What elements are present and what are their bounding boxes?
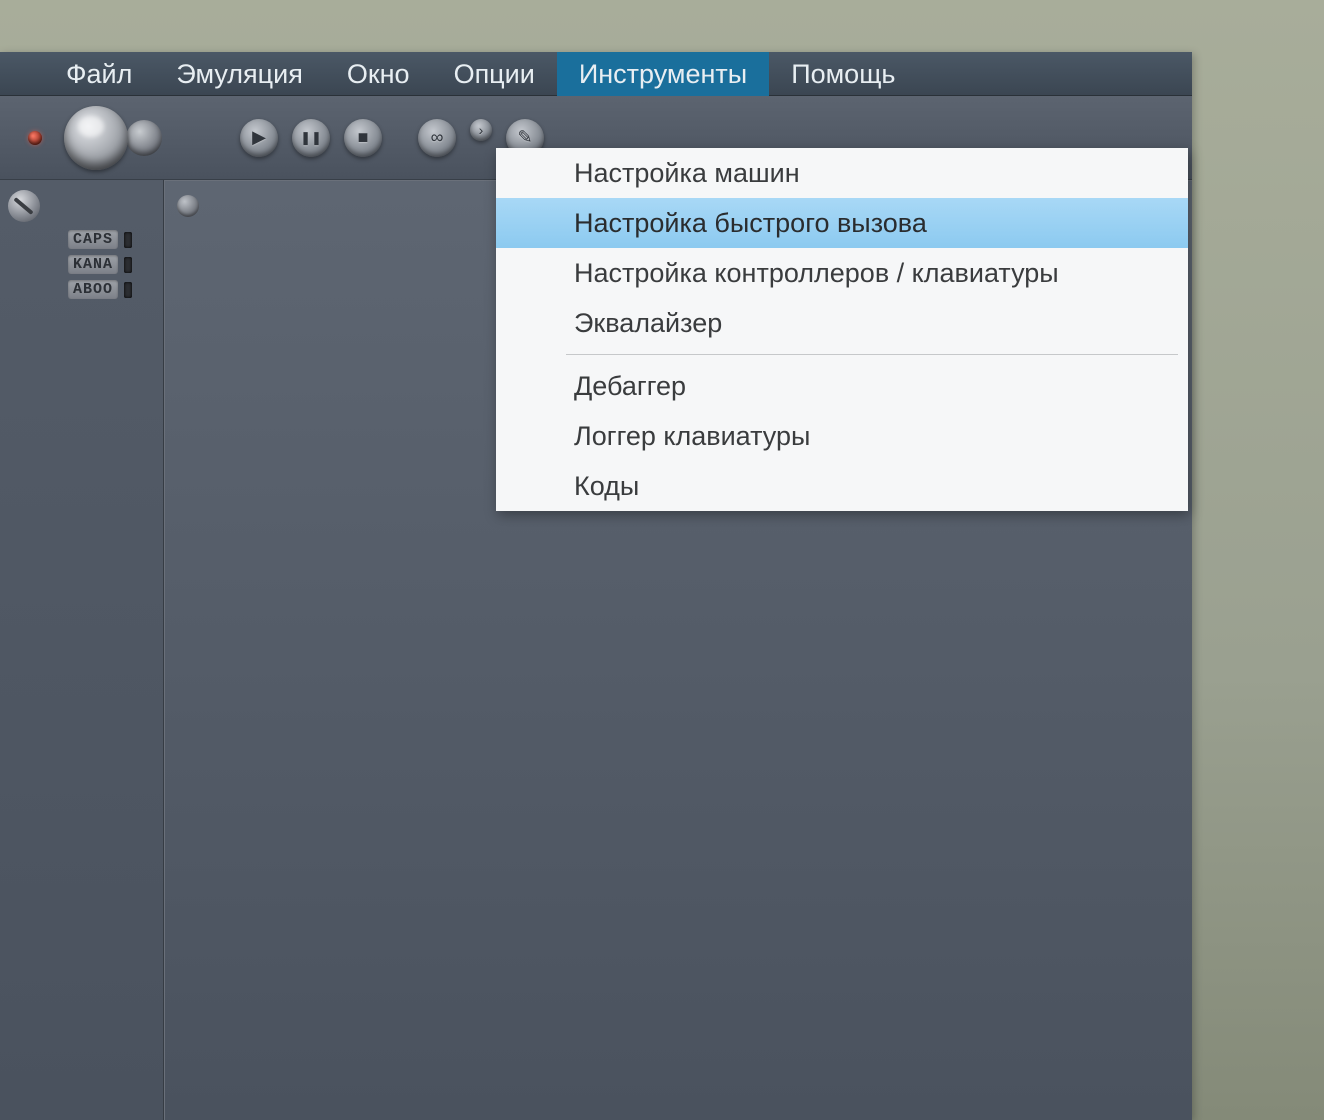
more-button[interactable]: › — [470, 119, 492, 141]
secondary-knob[interactable] — [126, 120, 162, 156]
stop-button[interactable]: ■ — [344, 119, 382, 157]
indicator-kana: KANA — [68, 255, 163, 274]
indicator-label: KANA — [68, 255, 118, 274]
menu-file[interactable]: Файл — [44, 52, 154, 96]
dd-controllers-keyboard[interactable]: Настройка контроллеров / клавиатуры — [496, 248, 1188, 298]
power-led-icon — [28, 131, 42, 145]
volume-knob[interactable] — [64, 106, 128, 170]
indicator-led-icon — [124, 257, 132, 273]
stop-icon: ■ — [358, 127, 369, 148]
menu-options[interactable]: Опции — [432, 52, 557, 96]
indicator-led-icon — [124, 282, 132, 298]
play-icon: ▶ — [252, 127, 266, 148]
screw-icon — [8, 190, 40, 222]
dropdown-separator — [566, 354, 1178, 355]
menu-emulation[interactable]: Эмуляция — [154, 52, 324, 96]
playback-group: ▶ ❚❚ ■ — [240, 119, 382, 157]
pencil-icon: ✎ — [517, 127, 532, 148]
menu-instruments[interactable]: Инструменты — [557, 52, 769, 96]
dd-debugger[interactable]: Дебаггер — [496, 361, 1188, 411]
pause-button[interactable]: ❚❚ — [292, 119, 330, 157]
link-button[interactable]: ∞ — [418, 119, 456, 157]
menu-window[interactable]: Окно — [325, 52, 432, 96]
play-button[interactable]: ▶ — [240, 119, 278, 157]
dd-machine-setup[interactable]: Настройка машин — [496, 148, 1188, 198]
indicator-aboo: ABOO — [68, 280, 163, 299]
menubar: Файл Эмуляция Окно Опции Инструменты Пом… — [0, 52, 1192, 96]
menu-help[interactable]: Помощь — [769, 52, 917, 96]
dd-codes[interactable]: Коды — [496, 461, 1188, 511]
indicator-caps: CAPS — [68, 230, 163, 249]
indicator-led-icon — [124, 232, 132, 248]
indicator-label: CAPS — [68, 230, 118, 249]
pause-icon: ❚❚ — [300, 130, 322, 146]
dd-quick-call-setup[interactable]: Настройка быстрого вызова — [496, 198, 1188, 248]
link-icon: ∞ — [431, 127, 444, 148]
side-panel: CAPS KANA ABOO — [0, 180, 164, 1120]
dd-equalizer[interactable]: Эквалайзер — [496, 298, 1188, 348]
app-window: Файл Эмуляция Окно Опции Инструменты Пом… — [0, 52, 1192, 1120]
indicator-label: ABOO — [68, 280, 118, 299]
indicator-list: CAPS KANA ABOO — [68, 230, 163, 299]
dd-keyboard-logger[interactable]: Логгер клавиатуры — [496, 411, 1188, 461]
refresh-icon[interactable] — [177, 195, 199, 217]
instruments-dropdown: Настройка машин Настройка быстрого вызов… — [496, 148, 1188, 511]
chevron-right-icon: › — [479, 122, 484, 138]
